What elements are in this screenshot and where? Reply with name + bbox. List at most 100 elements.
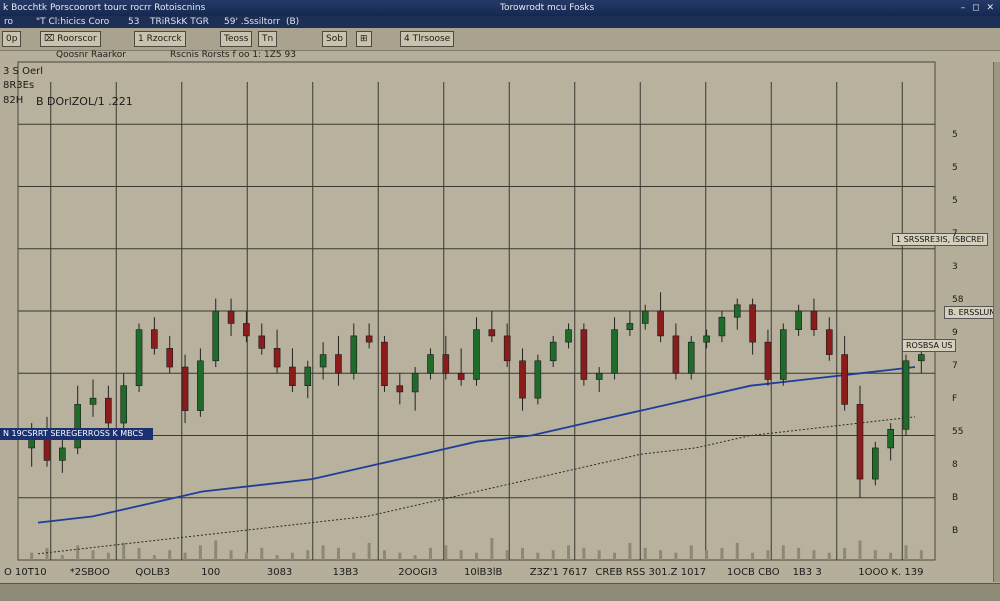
candle-body-42 — [672, 335, 680, 374]
vertical-scrollbar[interactable] — [993, 62, 1000, 582]
volume-bar-52 — [827, 552, 831, 560]
volume-bar-32 — [521, 547, 525, 560]
volume-bar-55 — [873, 550, 877, 560]
candle-body-21 — [350, 335, 358, 374]
candle-body-38 — [611, 329, 618, 374]
candle-body-3 — [74, 404, 81, 449]
candle-body-5 — [105, 397, 112, 424]
x-axis-label-1: *2SBOO — [69, 567, 110, 578]
volume-bar-17 — [290, 552, 294, 560]
volume-bar-3 — [76, 545, 80, 560]
volume-bar-47 — [751, 552, 755, 560]
x-axis-label-13: 1OOO K. 139 — [858, 567, 924, 578]
volume-bar-8 — [152, 555, 156, 560]
candle-body-28 — [457, 372, 465, 380]
candle-body-6 — [120, 385, 128, 424]
x-axis-label-7: 10lB3lB — [464, 567, 503, 578]
candle-body-47 — [749, 304, 756, 343]
candle-body-55 — [872, 447, 879, 480]
x-axis-label-5: 13B3 — [332, 567, 359, 578]
candle-body-51 — [810, 310, 818, 330]
status-bar — [0, 583, 1000, 601]
candle-body-25 — [411, 372, 419, 393]
price-chart[interactable] — [0, 0, 1000, 600]
candle-body-9 — [166, 348, 174, 368]
candle-body-32 — [519, 360, 526, 399]
candle-body-27 — [442, 354, 450, 374]
candle-body-14 — [243, 323, 250, 337]
y-axis-label-10: 8 — [952, 460, 958, 470]
y-axis-label-4: 3 — [952, 262, 958, 272]
volume-bar-25 — [413, 555, 417, 560]
price-tag-1: B. ERSSLUN3 — [944, 306, 1000, 319]
y-axis-label-8: F — [952, 394, 958, 404]
volume-bar-45 — [720, 547, 724, 560]
volume-bar-4 — [91, 550, 95, 560]
y-axis-label-5: 58 — [952, 295, 964, 305]
volume-bar-1 — [45, 547, 49, 560]
volume-bar-38 — [613, 552, 617, 560]
volume-bar-2 — [60, 555, 64, 560]
volume-bar-43 — [689, 545, 693, 560]
x-axis-label-3: 100 — [201, 567, 221, 578]
x-axis-label-8: Z3Z'1 7617 — [529, 567, 588, 578]
y-axis-label-9: 55 — [952, 427, 964, 437]
volume-bar-37 — [597, 550, 601, 560]
candle-body-40 — [641, 310, 649, 324]
volume-bar-44 — [705, 550, 709, 560]
volume-bar-27 — [444, 545, 448, 560]
volume-bar-15 — [260, 547, 264, 560]
volume-bar-51 — [812, 550, 816, 560]
y-axis-label-2: 5 — [952, 196, 958, 206]
y-axis-label-3: 7 — [952, 229, 958, 239]
price-tag-2: ROSBSA US — [902, 339, 957, 352]
candle-body-24 — [396, 385, 404, 393]
y-axis-label-0: 5 — [952, 130, 958, 140]
x-axis-label-11: 1OCB CBO — [726, 567, 780, 578]
volume-bar-58 — [919, 550, 923, 560]
candle-body-52 — [825, 329, 833, 355]
volume-bar-48 — [766, 550, 770, 560]
volume-bar-28 — [459, 550, 463, 560]
volume-bar-42 — [674, 552, 678, 560]
candle-body-34 — [549, 341, 557, 362]
candle-body-49 — [779, 329, 787, 380]
candle-body-26 — [427, 354, 434, 374]
price-tag-0: 1 SRSSRE3IS, ISBCREI — [892, 233, 988, 246]
volume-bar-41 — [659, 550, 663, 560]
candle-body-31 — [503, 335, 511, 362]
candle-body-13 — [227, 310, 235, 324]
candle-body-56 — [887, 428, 894, 449]
volume-bar-31 — [505, 550, 509, 560]
candle-body-7 — [135, 329, 143, 386]
volume-bar-36 — [582, 547, 586, 560]
volume-bar-26 — [428, 547, 432, 560]
candle-body-43 — [687, 341, 695, 374]
volume-bar-7 — [137, 547, 141, 560]
candle-body-53 — [841, 354, 848, 405]
candle-body-50 — [795, 310, 802, 330]
candle-body-17 — [289, 366, 296, 386]
candle-body-54 — [856, 404, 864, 480]
volume-bar-22 — [367, 542, 371, 560]
candle-body-30 — [488, 329, 496, 337]
volume-bar-35 — [567, 545, 571, 560]
overlay-line-3: 82H — [3, 95, 24, 106]
indicator-legend: N 19CSRRT SEREGERROSS K MBCS — [0, 428, 153, 440]
overlay-line-1: 3 S Oerl — [3, 66, 43, 77]
volume-bar-21 — [352, 552, 356, 560]
volume-bar-6 — [122, 542, 126, 560]
volume-bar-9 — [168, 550, 172, 560]
volume-bar-19 — [321, 545, 325, 560]
candle-body-16 — [273, 348, 281, 368]
volume-bar-5 — [106, 552, 110, 560]
y-axis-label-1: 5 — [952, 163, 958, 173]
y-axis-label-11: B — [952, 493, 959, 503]
candle-body-23 — [381, 341, 388, 387]
candle-body-36 — [580, 329, 588, 380]
candle-body-46 — [733, 304, 741, 318]
volume-bar-39 — [628, 542, 632, 560]
x-axis-label-6: 2OOGI3 — [398, 567, 438, 578]
candle-body-10 — [181, 366, 189, 411]
volume-bar-40 — [643, 547, 647, 560]
